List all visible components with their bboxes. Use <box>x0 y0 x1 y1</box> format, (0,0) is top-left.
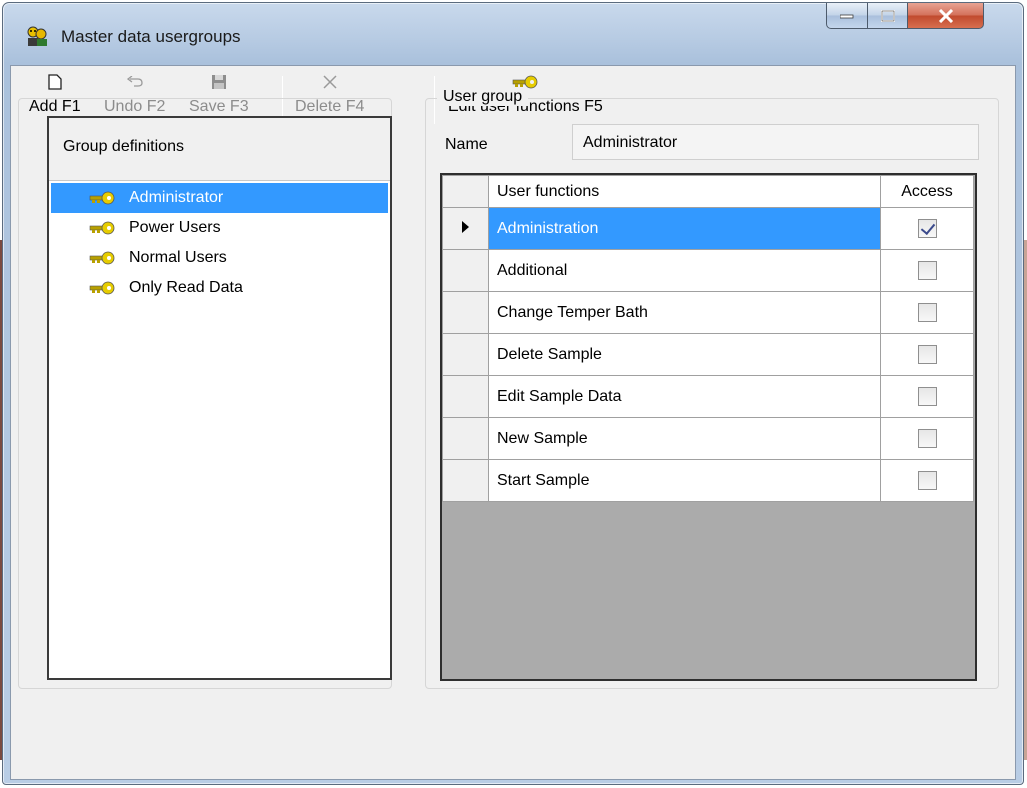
row-header[interactable] <box>442 249 489 292</box>
undo-icon <box>120 70 150 94</box>
row-header[interactable] <box>442 291 489 334</box>
user-functions-grid[interactable]: User functions Access Administration Addi… <box>440 173 977 681</box>
minimize-button[interactable] <box>826 3 868 29</box>
access-checkbox[interactable] <box>917 219 937 238</box>
floppy-disk-icon <box>204 70 234 94</box>
user-functions-table: User functions Access Administration Addi… <box>442 175 974 502</box>
list-item-label: Administrator <box>129 189 224 206</box>
table-row[interactable]: Change Temper Bath <box>442 291 974 334</box>
list-item-label: Power Users <box>129 219 221 236</box>
function-cell[interactable]: Edit Sample Data <box>488 375 881 418</box>
users-icon <box>25 25 49 47</box>
column-header-access[interactable]: Access <box>880 175 974 208</box>
list-item[interactable]: Power Users <box>49 213 390 243</box>
function-cell[interactable]: Administration <box>488 207 881 250</box>
group-definitions-list[interactable]: Group definitions Administrator Power Use… <box>47 116 392 680</box>
list-item-label: Normal Users <box>129 249 227 266</box>
table-row[interactable]: Additional <box>442 249 974 292</box>
access-cell <box>880 249 974 292</box>
window-title: Master data usergroups <box>61 27 241 46</box>
list-item-label: Only Read Data <box>129 279 243 296</box>
close-icon <box>938 8 953 23</box>
row-header-corner <box>442 175 489 208</box>
access-cell <box>880 459 974 502</box>
grid-header-row: User functions Access <box>442 175 974 208</box>
table-row[interactable]: Administration <box>442 207 974 250</box>
row-header[interactable] <box>442 417 489 460</box>
column-header-user-functions[interactable]: User functions <box>488 175 881 208</box>
group-definitions-header: Group definitions <box>49 118 390 181</box>
maximize-icon <box>880 9 895 22</box>
title-bar[interactable]: Master data usergroups <box>3 3 1023 47</box>
access-checkbox[interactable] <box>917 261 937 280</box>
function-cell[interactable]: Additional <box>488 249 881 292</box>
group-items: Administrator Power Users Normal Users Only… <box>49 181 390 303</box>
row-header[interactable] <box>442 333 489 376</box>
access-checkbox[interactable] <box>917 471 937 490</box>
close-x-icon <box>315 70 345 94</box>
access-checkbox[interactable] <box>917 345 937 364</box>
new-document-icon <box>40 70 70 94</box>
list-item[interactable]: Normal Users <box>49 243 390 273</box>
list-item[interactable]: Only Read Data <box>49 273 390 303</box>
access-cell <box>880 207 974 250</box>
row-header[interactable] <box>442 375 489 418</box>
maximize-button[interactable] <box>868 3 908 29</box>
minimize-icon <box>840 14 854 18</box>
access-checkbox[interactable] <box>917 429 937 448</box>
access-cell <box>880 291 974 334</box>
function-cell[interactable]: Delete Sample <box>488 333 881 376</box>
access-cell <box>880 333 974 376</box>
table-row[interactable]: Delete Sample <box>442 333 974 376</box>
access-cell <box>880 375 974 418</box>
function-cell[interactable]: Change Temper Bath <box>488 291 881 334</box>
table-row[interactable]: New Sample <box>442 417 974 460</box>
grid-body: Administration Additional Change Temper Ba… <box>442 207 974 502</box>
name-label: Name <box>445 136 488 153</box>
list-item[interactable]: Administrator <box>51 183 388 213</box>
function-cell[interactable]: Start Sample <box>488 459 881 502</box>
access-checkbox[interactable] <box>917 387 937 406</box>
current-row-arrow-icon <box>462 220 469 233</box>
table-row[interactable]: Edit Sample Data <box>442 375 974 418</box>
access-checkbox[interactable] <box>917 303 937 322</box>
close-button[interactable] <box>908 3 984 29</box>
table-row[interactable]: Start Sample <box>442 459 974 502</box>
name-field[interactable]: Administrator <box>572 124 979 160</box>
function-cell[interactable]: New Sample <box>488 417 881 460</box>
user-group-title: User group <box>437 88 529 106</box>
row-header[interactable] <box>442 207 489 250</box>
row-header[interactable] <box>442 459 489 502</box>
access-cell <box>880 417 974 460</box>
key-icon <box>89 277 115 307</box>
